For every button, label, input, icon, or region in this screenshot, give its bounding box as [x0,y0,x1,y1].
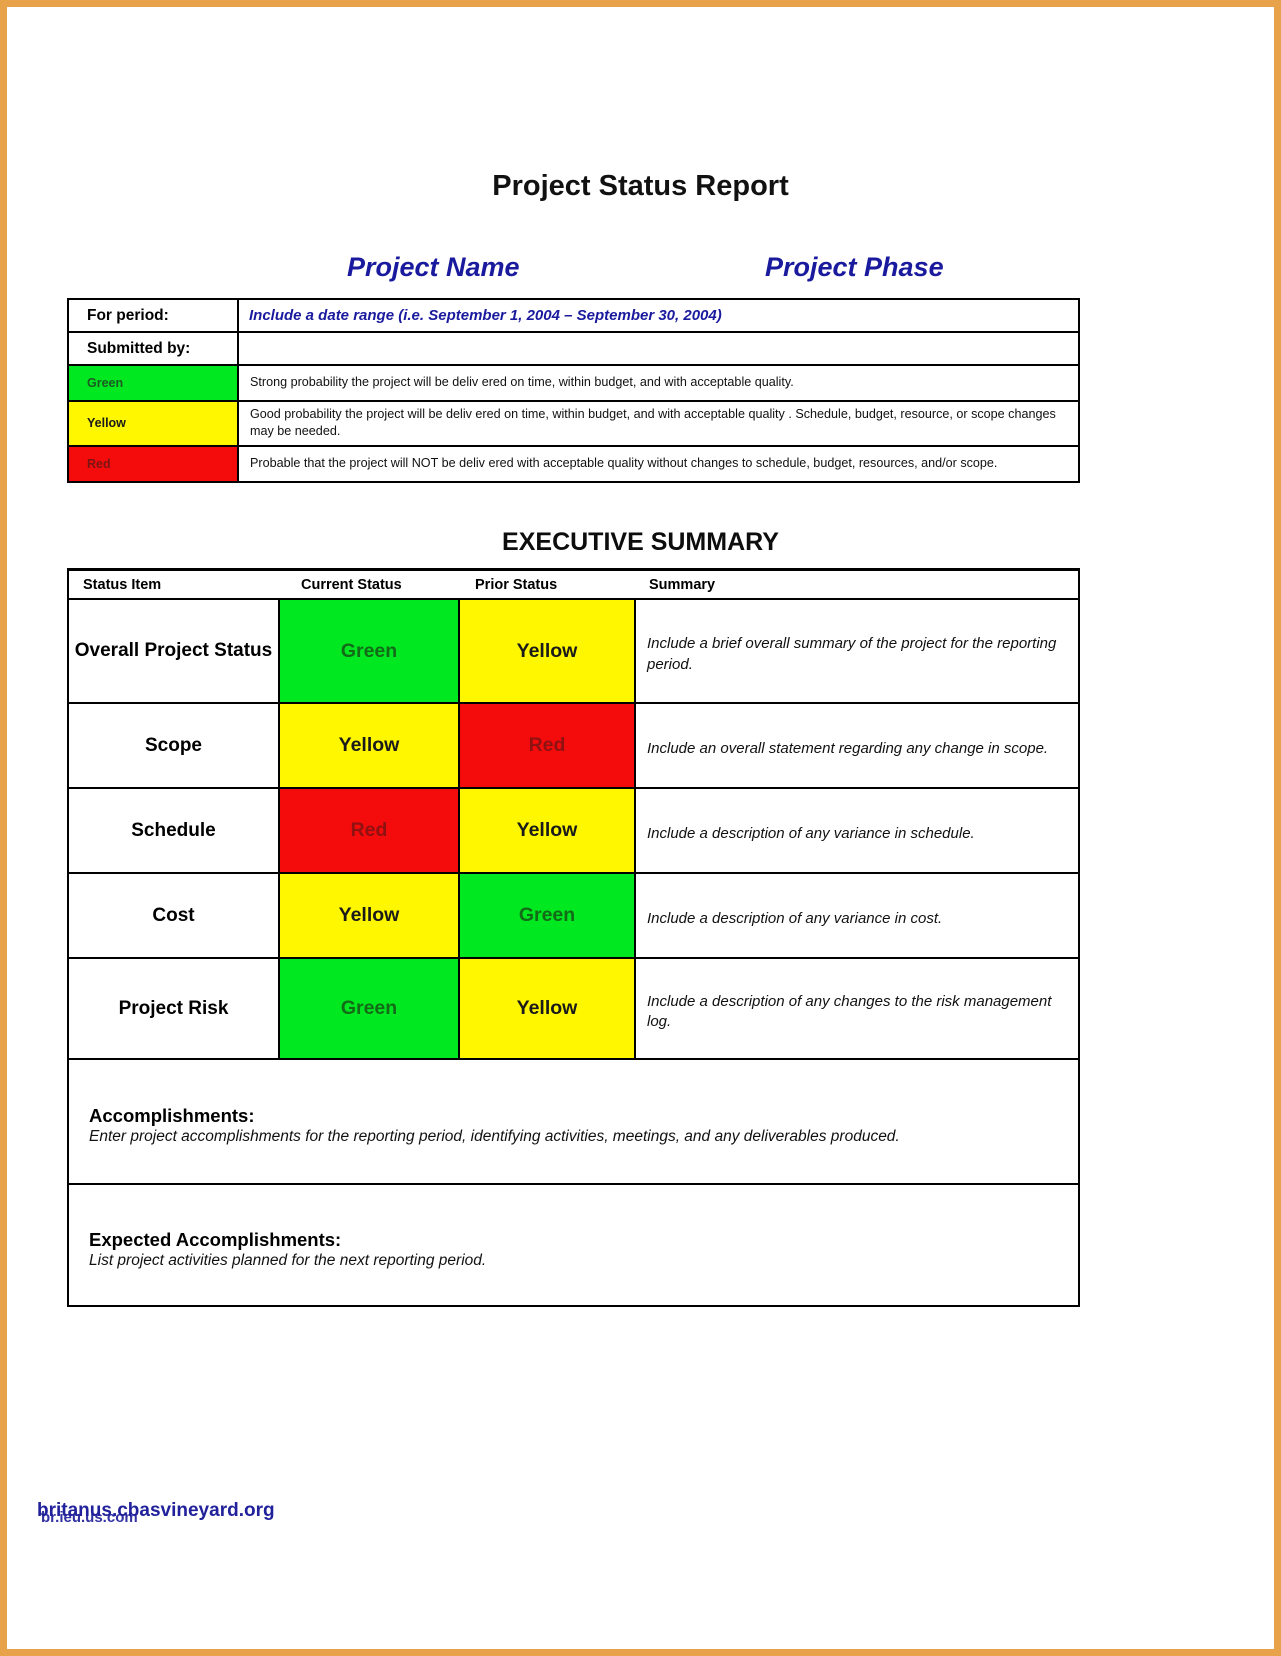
expected-accomplishments-heading: Expected Accomplishments: [89,1228,342,1250]
prior-status-badge[interactable]: Green [458,872,636,959]
current-status-badge[interactable]: Red [278,787,460,874]
table-row: Schedule Red Yellow Include a descriptio… [67,787,1080,874]
current-status-badge[interactable]: Green [278,598,460,704]
accomplishments-heading: Accomplishments: [89,1105,255,1126]
status-item-label: Schedule [67,787,280,874]
table-row: Scope Yellow Red Include an overall stat… [67,702,1080,789]
prior-status-badge[interactable]: Yellow [458,598,636,704]
accomplishments-hint: Enter project accomplishments for the re… [89,1128,900,1145]
legend-description-red: Probable that the project will NOT be de… [237,444,1080,483]
legend-swatch-yellow: Yellow [67,400,239,447]
status-item-label: Scope [67,702,280,789]
status-item-label: Cost [67,872,280,959]
executive-summary-table: Status Item Current Status Prior Status … [67,568,1080,1307]
summary-text[interactable]: Include a description of any variance in… [634,872,1080,959]
for-period-label: For period: [67,298,239,333]
current-status-badge[interactable]: Green [278,957,460,1060]
footer-watermark: britanus.cbasvineyard.org br.ieu.us.com [37,1500,467,1540]
table-header-row: Status Item Current Status Prior Status … [67,568,1080,600]
executive-summary-heading: EXECUTIVE SUMMARY [502,528,779,556]
table-row: Submitted by: [67,331,1080,366]
current-status-badge[interactable]: Yellow [278,872,460,959]
column-header-status-item: Status Item [67,568,279,600]
table-row: For period: Include a date range (i.e. S… [67,298,1080,333]
legend-swatch-red: Red [67,444,239,483]
status-item-label: Overall Project Status [67,598,280,704]
summary-text[interactable]: Include an overall statement regarding a… [634,702,1080,789]
accomplishments-section[interactable]: Accomplishments: Enter project accomplis… [67,1058,1080,1185]
table-row: Cost Yellow Green Include a description … [67,872,1080,959]
page-title: Project Status Report [492,170,789,202]
table-row: Overall Project Status Green Yellow Incl… [67,598,1080,704]
project-name-header: Project Name [347,252,520,282]
accomplishments-row: Accomplishments: Enter project accomplis… [67,1058,1080,1185]
table-row: Yellow Good probability the project will… [67,400,1080,447]
prior-status-badge[interactable]: Yellow [458,957,636,1060]
document-page: Project Status Report Project Name Proje… [0,0,1281,1656]
watermark-secondary: br.ieu.us.com [41,1509,138,1526]
submitted-by-value[interactable] [237,331,1080,366]
summary-text[interactable]: Include a description of any variance in… [634,787,1080,874]
paper-sheet: Project Status Report Project Name Proje… [7,7,1274,1649]
column-header-prior-status: Prior Status [459,568,635,600]
summary-text[interactable]: Include a description of any changes to … [634,957,1080,1060]
table-row: Green Strong probability the project wil… [67,364,1080,402]
summary-text[interactable]: Include a brief overall summary of the p… [634,598,1080,704]
table-row: Project Risk Green Yellow Include a desc… [67,957,1080,1060]
prior-status-badge[interactable]: Red [458,702,636,789]
project-info-table: For period: Include a date range (i.e. S… [67,298,1080,483]
legend-description-green: Strong probability the project will be d… [237,364,1080,402]
for-period-value[interactable]: Include a date range (i.e. September 1, … [237,298,1080,333]
expected-accomplishments-hint: List project activities planned for the … [89,1251,487,1269]
submitted-by-label: Submitted by: [67,331,239,366]
legend-description-yellow: Good probability the project will be del… [237,400,1080,447]
legend-swatch-green: Green [67,364,239,402]
column-header-summary: Summary [635,568,1080,600]
column-header-current-status: Current Status [279,568,459,600]
prior-status-badge[interactable]: Yellow [458,787,636,874]
table-row: Red Probable that the project will NOT b… [67,444,1080,483]
project-phase-header: Project Phase [765,252,944,282]
current-status-badge[interactable]: Yellow [278,702,460,789]
expected-accomplishments-section[interactable]: Expected Accomplishments: List project a… [67,1183,1080,1307]
expected-accomplishments-row: Expected Accomplishments: List project a… [67,1183,1080,1307]
status-item-label: Project Risk [67,957,280,1060]
